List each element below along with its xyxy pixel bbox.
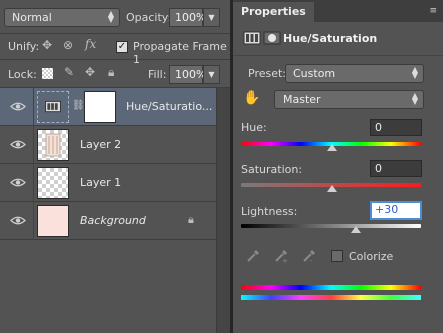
- chain-link-icon[interactable]: ⛓: [72, 100, 85, 111]
- spin-arrows-icon: ▲ ▼: [411, 65, 418, 80]
- spin-arrows-icon: ▲ ▼: [107, 9, 114, 24]
- opacity-dropdown-button[interactable]: ▼: [203, 8, 220, 27]
- visibility-eye-icon[interactable]: [10, 139, 26, 150]
- layers-panel: Normal ▲ ▼ Opacity: 100% ▼ Unify: ✥ ⊗ fx …: [0, 0, 230, 333]
- fill-field[interactable]: 100%: [169, 65, 206, 84]
- layers-options-row: Normal ▲ ▼ Opacity: 100% ▼: [0, 0, 230, 34]
- visibility-eye-icon[interactable]: [10, 215, 26, 226]
- layer-mask-thumbnail[interactable]: [84, 91, 116, 123]
- layer-thumbnail: [37, 167, 69, 199]
- lightness-slider-track[interactable]: [241, 224, 421, 228]
- lock-icon: 🔒︎: [188, 213, 194, 226]
- layer-divider: [33, 202, 34, 240]
- eyedropper-plus-icon[interactable]: +: [273, 248, 289, 265]
- panel-menu-icon[interactable]: ≡: [429, 6, 437, 16]
- lock-all-icon[interactable]: 🔒︎: [108, 65, 114, 80]
- propagate-checkbox[interactable]: ✓: [116, 41, 128, 53]
- layer-thumbnail: [37, 129, 69, 161]
- layer-row-layer-1[interactable]: Layer 1: [0, 164, 216, 202]
- preset-label: Preset:: [248, 67, 287, 80]
- hue-slider-knob[interactable]: [327, 144, 337, 151]
- unify-style-icon[interactable]: fx: [85, 37, 96, 51]
- input-color-bar: [241, 285, 421, 290]
- properties-tab-bar: Properties ≡: [233, 0, 443, 22]
- blend-mode-value: Normal: [12, 11, 52, 24]
- channel-select[interactable]: Master ▲ ▼: [274, 90, 424, 109]
- unify-position-icon[interactable]: ✥: [42, 38, 52, 52]
- lightness-label: Lightness:: [241, 205, 298, 218]
- layer-name: Background: [80, 214, 146, 227]
- opacity-label: Opacity:: [126, 11, 172, 24]
- saturation-slider-knob[interactable]: [327, 185, 337, 192]
- hue-input[interactable]: 0: [370, 119, 422, 136]
- opacity-field[interactable]: 100%: [169, 8, 206, 27]
- targeted-adjustment-hand-icon[interactable]: ✋: [243, 90, 260, 106]
- layer-divider: [33, 164, 34, 202]
- blend-mode-select[interactable]: Normal ▲ ▼: [4, 8, 120, 27]
- saturation-input[interactable]: 0: [370, 160, 422, 177]
- preset-value: Custom: [293, 67, 336, 80]
- unify-label: Unify:: [8, 40, 40, 53]
- layer-name: Hue/Saturatio...: [126, 100, 213, 113]
- lock-transparent-icon[interactable]: [42, 68, 53, 79]
- layer-name: Layer 1: [80, 176, 122, 189]
- layer-divider: [33, 88, 34, 126]
- layer-row-background[interactable]: Background 🔒︎: [0, 202, 216, 240]
- lightness-input[interactable]: +30: [370, 201, 422, 220]
- colorize-label: Colorize: [349, 250, 394, 263]
- adjustment-layer-icon: [37, 91, 69, 123]
- mask-icon[interactable]: [263, 29, 281, 47]
- adjustment-icon[interactable]: [243, 29, 261, 47]
- preset-select[interactable]: Custom ▲ ▼: [285, 64, 424, 83]
- unify-visibility-icon[interactable]: ⊗: [63, 38, 73, 52]
- lightness-slider-knob[interactable]: [351, 226, 361, 233]
- properties-panel: Properties ≡ Hue/Saturation Preset: Cust…: [233, 0, 443, 333]
- tab-properties[interactable]: Properties: [233, 2, 314, 22]
- layers-empty-area: [0, 240, 216, 333]
- unify-row: Unify: ✥ ⊗ fx ✓ Propagate Frame 1: [0, 34, 230, 66]
- lock-paint-icon[interactable]: ✎: [64, 65, 74, 79]
- lock-move-icon[interactable]: ✥: [85, 65, 95, 79]
- layer-row-layer-2[interactable]: Layer 2: [0, 126, 216, 164]
- layers-scrollbar[interactable]: [216, 88, 230, 333]
- layer-name: Layer 2: [80, 138, 122, 151]
- fill-dropdown-button[interactable]: ▼: [203, 65, 220, 84]
- visibility-eye-icon[interactable]: [10, 101, 26, 112]
- visibility-eye-icon[interactable]: [10, 177, 26, 188]
- colorize-checkbox[interactable]: [331, 250, 343, 262]
- spin-arrows-icon: ▲ ▼: [411, 91, 418, 106]
- layer-row-hue-saturation[interactable]: ⛓ Hue/Saturatio...: [0, 88, 216, 126]
- properties-title: Hue/Saturation: [283, 32, 378, 45]
- svg-text:-: -: [310, 257, 313, 264]
- layer-divider: [33, 126, 34, 164]
- lock-row: Lock: ✎ ✥ 🔒︎ Fill: 100% ▼: [0, 60, 230, 88]
- hue-label: Hue:: [241, 121, 267, 134]
- channel-value: Master: [283, 93, 321, 106]
- output-color-bar: [241, 295, 421, 300]
- eyedropper-minus-icon[interactable]: -: [301, 248, 317, 265]
- properties-header: Hue/Saturation: [233, 22, 443, 56]
- eyedropper-icon[interactable]: [245, 248, 261, 264]
- fill-label: Fill:: [148, 68, 167, 81]
- saturation-label: Saturation:: [241, 163, 303, 176]
- lock-label: Lock:: [8, 68, 37, 81]
- layer-thumbnail: [37, 205, 69, 237]
- svg-text:+: +: [282, 257, 288, 264]
